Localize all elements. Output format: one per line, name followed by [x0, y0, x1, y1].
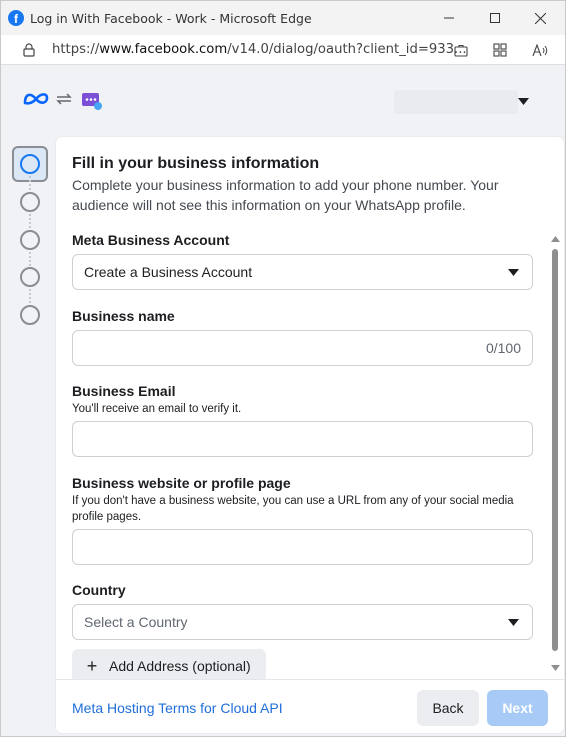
add-address-button[interactable]: + Add Address (optional)	[72, 649, 266, 682]
meta-logo	[23, 93, 49, 105]
app-available-icon[interactable]	[452, 42, 470, 58]
page-subtitle: Complete your business information to ad…	[72, 177, 499, 213]
read-aloud-icon[interactable]	[531, 42, 549, 58]
business-email-input[interactable]	[72, 421, 533, 457]
extensions-icon[interactable]	[491, 42, 509, 58]
business-name-label: Business name	[72, 308, 175, 324]
lock-icon[interactable]	[22, 42, 36, 57]
scrollbar-thumb[interactable]	[552, 249, 558, 651]
close-icon	[534, 12, 546, 24]
url-path: /v14.0/dialog/oauth?client_id=933...	[227, 42, 467, 57]
next-button[interactable]: Next	[487, 690, 548, 726]
meta-business-account-select[interactable]: Create a Business Account	[72, 254, 533, 290]
maximize-icon	[490, 13, 500, 23]
business-email-hint: You'll receive an email to verify it.	[72, 403, 242, 415]
business-email-label: Business Email	[72, 383, 176, 399]
meta-business-account-label: Meta Business Account	[72, 232, 230, 248]
page-header	[1, 65, 565, 137]
step-4[interactable]	[20, 267, 40, 287]
step-2[interactable]	[20, 192, 40, 212]
business-website-input[interactable]	[72, 529, 533, 565]
country-select[interactable]: Select a Country	[72, 604, 533, 640]
step-connector	[29, 176, 31, 190]
url-text[interactable]: https://www.facebook.com/v14.0/dialog/oa…	[52, 42, 467, 57]
add-address-label: Add Address (optional)	[109, 657, 251, 674]
swap-arrows-icon	[56, 93, 72, 105]
scroll-down-arrow-icon[interactable]	[551, 665, 560, 671]
country-label: Country	[72, 582, 126, 598]
step-connector	[29, 252, 31, 266]
maximize-button[interactable]	[472, 1, 518, 35]
business-website-label: Business website or profile page	[72, 475, 291, 491]
page-title: Fill in your business information	[72, 155, 320, 172]
account-selector[interactable]	[394, 90, 518, 114]
progress-stepper	[1, 137, 49, 736]
business-name-input[interactable]: 0/100	[72, 330, 533, 366]
facebook-icon: f	[8, 10, 24, 26]
address-bar[interactable]: https://www.facebook.com/v14.0/dialog/oa…	[1, 35, 565, 65]
chevron-down-icon[interactable]	[518, 98, 529, 105]
meta-business-account-value: Create a Business Account	[84, 264, 253, 280]
character-counter: 0/100	[485, 340, 521, 356]
hosting-terms-link[interactable]: Meta Hosting Terms for Cloud API	[72, 700, 283, 716]
step-1[interactable]	[20, 154, 40, 174]
app-chat-icon	[82, 93, 102, 110]
business-website-hint: If you don't have a business website, yo…	[72, 495, 514, 523]
window-title: Log in With Facebook - Work - Microsoft …	[30, 10, 312, 26]
plus-icon: +	[86, 655, 98, 676]
back-button[interactable]: Back	[417, 690, 479, 726]
chevron-down-icon	[508, 269, 519, 276]
step-3[interactable]	[20, 230, 40, 250]
dialog-footer: Meta Hosting Terms for Cloud API Back Ne…	[56, 679, 564, 733]
minimize-button[interactable]	[426, 1, 472, 35]
step-connector	[29, 289, 31, 303]
url-prefix: https://	[52, 42, 100, 57]
url-domain: www.facebook.com	[99, 42, 228, 57]
close-button[interactable]	[517, 1, 563, 35]
country-placeholder: Select a Country	[84, 614, 188, 630]
step-connector	[29, 214, 31, 228]
chevron-down-icon	[508, 619, 519, 626]
minimize-icon	[444, 17, 454, 19]
scroll-up-arrow-icon[interactable]	[551, 236, 560, 242]
browser-window: f Log in With Facebook - Work - Microsof…	[0, 0, 566, 737]
business-info-card: Fill in your business information Comple…	[56, 137, 564, 733]
step-5[interactable]	[20, 305, 40, 325]
